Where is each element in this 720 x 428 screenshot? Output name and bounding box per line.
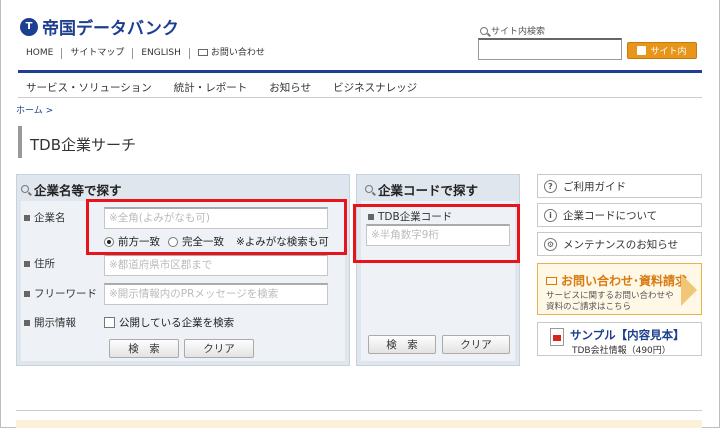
- address-input[interactable]: ※都道府県市区郡まで: [104, 254, 328, 276]
- highlight-tdb-code: [353, 204, 520, 263]
- about-code-link[interactable]: i 企業コードについて: [537, 203, 702, 227]
- help-icon: ?: [544, 179, 557, 193]
- nav-underline: [18, 97, 702, 98]
- nav-item-news[interactable]: お知らせ: [269, 80, 311, 95]
- code-search-heading: 企業コードで探す: [365, 179, 478, 199]
- arrow-right-icon: [681, 274, 697, 306]
- mail-icon: [197, 49, 208, 56]
- name-search-heading-text: 企業名等で探す: [34, 182, 122, 198]
- title-accent-bar: [18, 126, 22, 158]
- search-icon: [365, 185, 373, 193]
- freeword-label: フリーワード: [24, 286, 97, 301]
- search-icon: [480, 26, 488, 35]
- util-link-contact[interactable]: お問い合わせ: [188, 48, 273, 59]
- nav-item-knowledge[interactable]: ビジネスナレッジ: [333, 80, 417, 95]
- bullet-icon: [24, 290, 30, 297]
- name-clear-button[interactable]: クリア: [184, 339, 254, 358]
- sample-subtitle: TDB会社情報（490円）: [572, 346, 671, 356]
- search-icon: [21, 185, 29, 193]
- footer-band: [16, 420, 702, 428]
- pdf-icon: [550, 328, 564, 346]
- util-link-home[interactable]: HOME: [18, 48, 61, 59]
- name-search-heading: 企業名等で探す: [21, 179, 122, 199]
- bullet-icon: [24, 214, 30, 221]
- util-link-sitemap[interactable]: サイトマップ: [61, 48, 132, 59]
- code-clear-button[interactable]: クリア: [442, 335, 510, 354]
- address-label-text: 住所: [34, 258, 55, 270]
- nav-item-reports[interactable]: 統計・レポート: [174, 80, 248, 95]
- name-search-button[interactable]: 検 索: [109, 339, 179, 358]
- disclosure-option: 公開している企業を検索: [104, 315, 234, 330]
- nav-divider: [18, 70, 702, 73]
- company-name-label-text: 企業名: [34, 212, 66, 224]
- sample-title: サンプル【内容見本】: [570, 328, 685, 342]
- util-link-english[interactable]: ENGLISH: [132, 48, 189, 59]
- company-name-label: 企業名: [24, 210, 66, 225]
- code-search-button[interactable]: 検 索: [368, 335, 436, 354]
- bullet-icon: [24, 260, 30, 267]
- util-link-contact-label: お問い合わせ: [210, 48, 265, 58]
- sample-link[interactable]: サンプル【内容見本】 TDB会社情報（490円）: [537, 322, 702, 356]
- site-search-label: サイト内検索: [480, 24, 545, 37]
- search-button-icon: [637, 46, 647, 55]
- highlight-company-name: [86, 199, 347, 255]
- footer-divider: [16, 410, 702, 411]
- site-search-label-text: サイト内検索: [491, 27, 546, 37]
- about-code-label: 企業コードについて: [563, 209, 658, 222]
- bullet-icon: [24, 319, 30, 326]
- site-search-button-label: サイト内: [650, 47, 687, 57]
- contact-title: お問い合わせ･資料請求: [546, 272, 687, 289]
- wrench-icon: ⚙: [544, 237, 557, 251]
- code-search-heading-text: 企業コードで探す: [378, 182, 479, 198]
- disclosure-checkbox-label: 公開している企業を検索: [119, 317, 235, 329]
- logo-text: 帝国データバンク: [42, 19, 179, 39]
- maintenance-label: メンテナンスのお知らせ: [563, 238, 679, 251]
- breadcrumb[interactable]: ホーム >: [16, 103, 53, 116]
- contact-request-banner[interactable]: お問い合わせ･資料請求 サービスに関するお問い合わせや資料のご請求はこちら: [537, 263, 702, 315]
- disclosure-label: 開示情報: [24, 315, 76, 330]
- freeword-input[interactable]: ※開示情報内のPRメッセージを検索: [104, 283, 328, 305]
- logo-mark-icon: T: [20, 17, 38, 36]
- maintenance-link[interactable]: ⚙ メンテナンスのお知らせ: [537, 232, 702, 256]
- mail-icon: [546, 276, 557, 285]
- contact-subtext: サービスに関するお問い合わせや資料のご請求はこちら: [546, 291, 674, 312]
- usage-guide-link[interactable]: ? ご利用ガイド: [537, 174, 702, 198]
- global-nav: サービス・ソリューション 統計・レポート お知らせ ビジネスナレッジ: [26, 80, 417, 95]
- disclosure-label-text: 開示情報: [34, 317, 76, 329]
- info-icon: i: [544, 208, 557, 222]
- utility-links: HOME サイトマップ ENGLISH お問い合わせ: [18, 48, 273, 59]
- disclosure-checkbox[interactable]: [104, 317, 115, 328]
- page-title: TDB企業サーチ: [30, 136, 137, 154]
- tdb-logo[interactable]: T 帝国データバンク: [20, 14, 179, 39]
- site-search-button[interactable]: サイト内: [627, 42, 697, 59]
- address-label: 住所: [24, 256, 55, 271]
- freeword-label-text: フリーワード: [34, 288, 97, 300]
- nav-item-services[interactable]: サービス・ソリューション: [26, 80, 152, 95]
- site-search-input[interactable]: [478, 38, 622, 60]
- contact-title-text: お問い合わせ･資料請求: [561, 274, 688, 288]
- usage-guide-label: ご利用ガイド: [563, 180, 626, 193]
